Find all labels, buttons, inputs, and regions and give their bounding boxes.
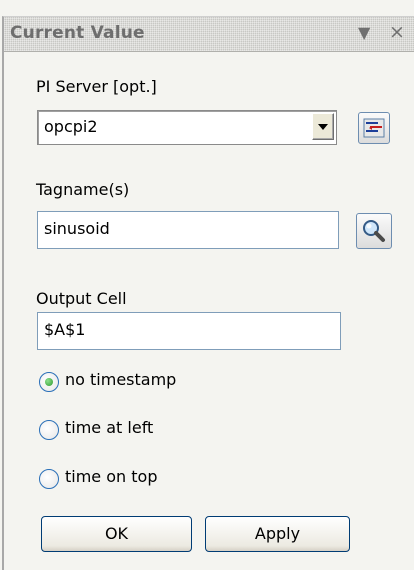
chevron-down-icon[interactable] [312, 113, 334, 140]
time-at-left-label[interactable]: time at left [65, 418, 153, 437]
time-on-top-radio[interactable] [39, 469, 59, 489]
pane-title-bar[interactable]: Current Value ▼ × [4, 17, 414, 52]
pane-close-icon[interactable]: × [389, 21, 405, 43]
magnifier-icon [363, 220, 385, 242]
output-cell-value: $A$1 [44, 320, 86, 339]
pi-server-value: opcpi2 [44, 117, 98, 136]
no-timestamp-label[interactable]: no timestamp [65, 370, 176, 389]
tag-search-button[interactable] [356, 213, 392, 249]
time-on-top-label[interactable]: time on top [65, 467, 157, 486]
tagnames-value: sinusoid [44, 219, 110, 238]
apply-button[interactable]: Apply [205, 516, 350, 552]
pi-server-combobox[interactable]: opcpi2 [37, 110, 337, 145]
pane-title: Current Value [10, 23, 145, 43]
ok-button[interactable]: OK [41, 516, 192, 552]
no-timestamp-radio[interactable] [39, 372, 59, 392]
server-connections-icon [363, 118, 385, 138]
output-cell-input[interactable]: $A$1 [37, 312, 341, 350]
output-cell-label: Output Cell [36, 289, 127, 308]
current-value-pane: Current Value ▼ × PI Server [opt.] opcpi… [2, 16, 414, 570]
pane-menu-dropdown-icon[interactable]: ▼ [358, 23, 370, 42]
pi-server-label: PI Server [opt.] [36, 77, 157, 96]
time-at-left-radio[interactable] [39, 420, 59, 440]
tagnames-input[interactable]: sinusoid [37, 211, 339, 249]
server-connections-button[interactable] [358, 112, 390, 144]
tagnames-label: Tagname(s) [36, 180, 130, 199]
